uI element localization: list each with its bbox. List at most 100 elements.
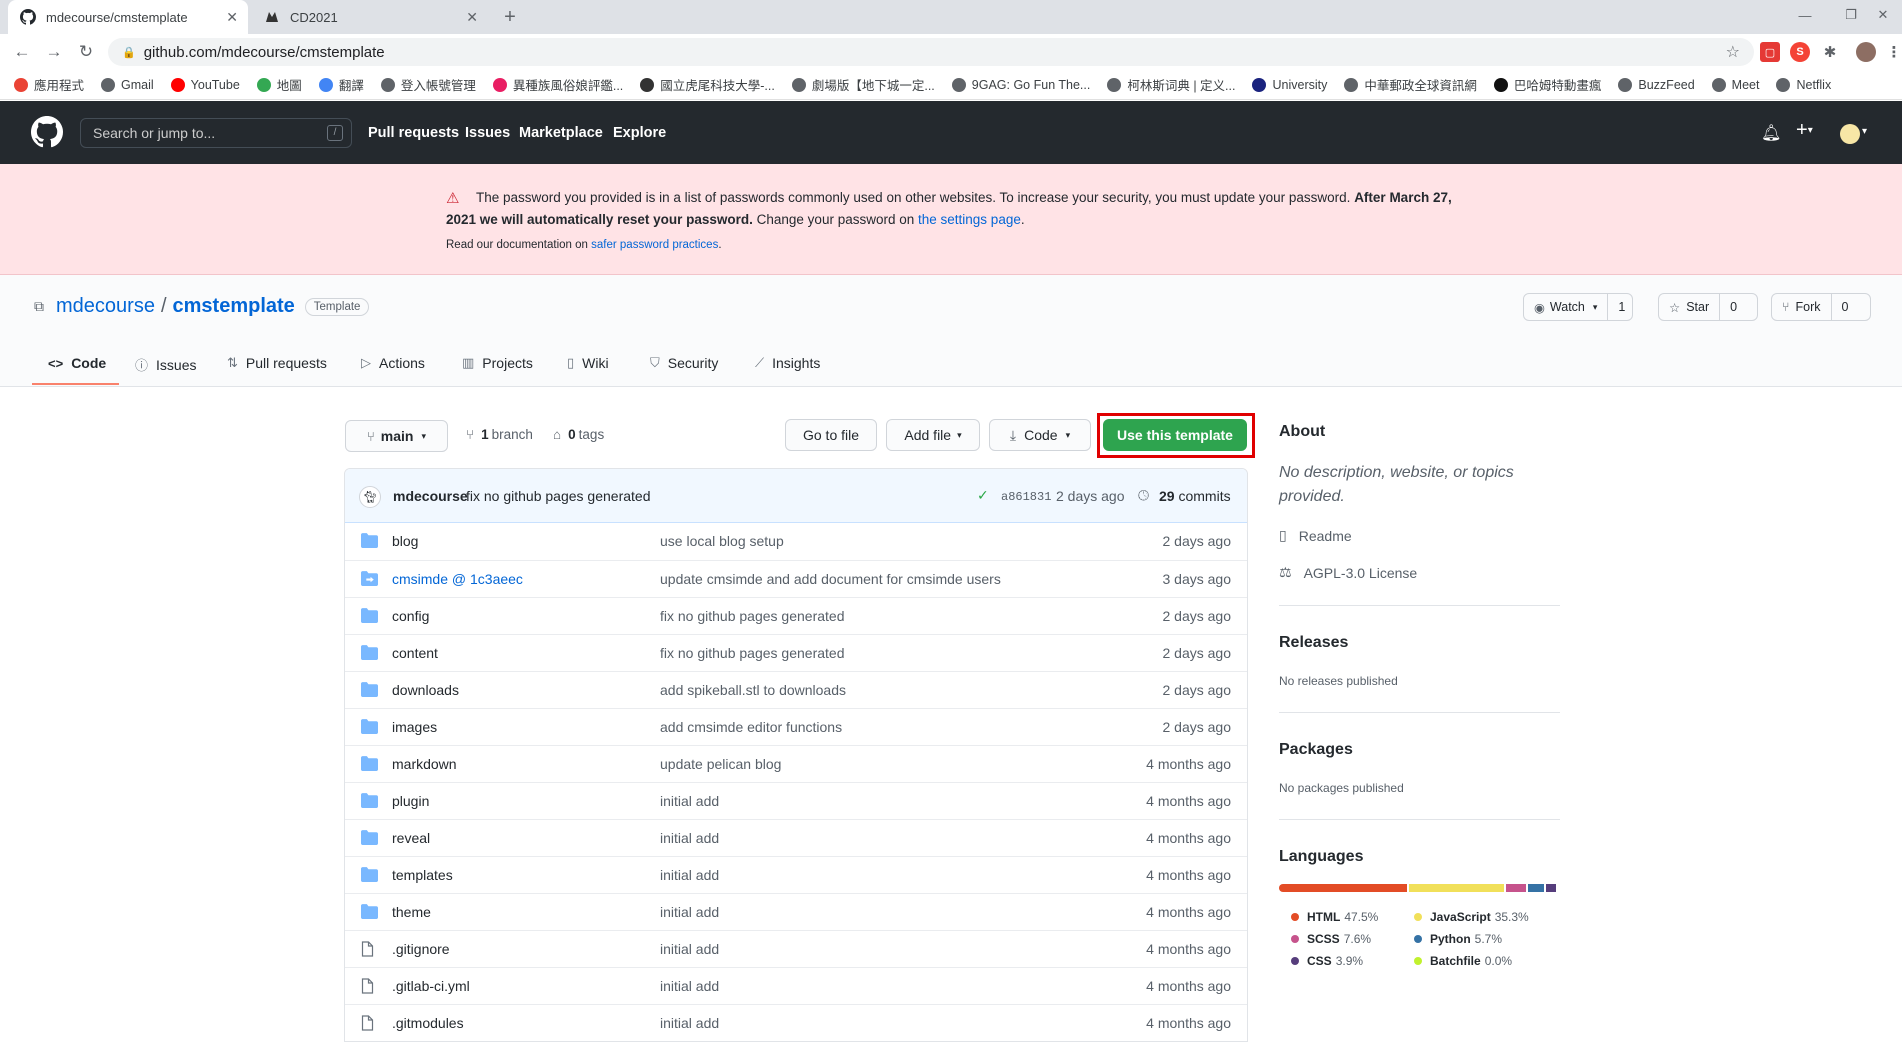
file-commit-message-link[interactable]: initial add <box>660 941 719 957</box>
search-input[interactable]: Search or jump to... / <box>80 118 352 148</box>
file-name-link[interactable]: cmsimde @ 1c3aeec <box>392 571 523 587</box>
tab-issues[interactable]: ⓘ Issues <box>135 355 196 374</box>
bookmark-item[interactable]: 柯林斯词典 | 定义... <box>1107 75 1235 94</box>
reload-icon[interactable]: ↻ <box>74 40 98 64</box>
github-logo-icon[interactable] <box>31 116 63 148</box>
file-commit-message-link[interactable]: initial add <box>660 867 719 883</box>
bookmark-item[interactable]: 中華郵政全球資訊網 <box>1344 75 1477 94</box>
file-name-link[interactable]: .gitlab-ci.yml <box>392 978 470 994</box>
file-commit-message-link[interactable]: initial add <box>660 793 719 809</box>
nav-explore[interactable]: Explore <box>613 125 666 141</box>
bookmark-item[interactable]: Meet <box>1711 77 1759 92</box>
releases-heading[interactable]: Releases <box>1279 634 1348 652</box>
bookmark-item[interactable]: 劇場版【地下城一定... <box>791 75 935 94</box>
file-name-link[interactable]: .gitmodules <box>392 1015 464 1031</box>
file-name-link[interactable]: theme <box>392 904 431 920</box>
file-name-link[interactable]: plugin <box>392 793 429 809</box>
watch-button[interactable]: ◉ Watch ▾ <box>1524 294 1609 320</box>
file-name-link[interactable]: blog <box>392 533 418 549</box>
bookmark-item[interactable]: 應用程式 <box>14 75 84 94</box>
commit-sha[interactable]: a861831 <box>1001 490 1051 504</box>
nav-pull-requests[interactable]: Pull requests <box>368 125 459 141</box>
tab-code[interactable]: <> Code <box>48 355 106 371</box>
close-icon[interactable]: ✕ <box>466 9 478 26</box>
nav-marketplace[interactable]: Marketplace <box>519 125 603 141</box>
file-commit-message-link[interactable]: add spikeball.stl to downloads <box>660 682 846 698</box>
file-commit-message-link[interactable]: fix no github pages generated <box>660 608 844 624</box>
file-name-link[interactable]: markdown <box>392 756 457 772</box>
language-item[interactable]: CSS 3.9% <box>1291 954 1363 968</box>
file-commit-message-link[interactable]: initial add <box>660 978 719 994</box>
branches-link[interactable]: ⑂ 1 branch <box>466 427 533 442</box>
safer-password-practices-link[interactable]: safer password practices <box>591 239 718 251</box>
tab-wiki[interactable]: ▯ Wiki <box>567 355 609 371</box>
bookmark-item[interactable]: Netflix <box>1776 77 1831 92</box>
readme-link[interactable]: ▯ Readme <box>1279 527 1352 544</box>
file-commit-message-link[interactable]: initial add <box>660 1015 719 1031</box>
file-name-link[interactable]: reveal <box>392 830 430 846</box>
language-item[interactable]: HTML 47.5% <box>1291 910 1378 924</box>
language-item[interactable]: JavaScript 35.3% <box>1414 910 1529 924</box>
tab-actions[interactable]: ▷ Actions <box>361 355 425 371</box>
menu-dots-icon[interactable]: ⋮ <box>1884 42 1902 62</box>
watch-count[interactable]: 1 <box>1608 300 1635 314</box>
fork-count[interactable]: 0 <box>1832 300 1859 314</box>
file-commit-message-link[interactable]: update cmsimde and add document for cmsi… <box>660 571 1001 587</box>
tab-pull-requests[interactable]: ⇅ Pull requests <box>227 355 327 371</box>
window-close-icon[interactable]: ✕ <box>1868 4 1898 26</box>
fork-button[interactable]: ⑂ Fork <box>1772 294 1832 320</box>
tab-insights[interactable]: ⟋ Insights <box>755 355 820 371</box>
bookmark-item[interactable]: 登入帳號管理 <box>380 75 476 94</box>
commit-message-link[interactable]: fix no github pages generated <box>466 488 650 504</box>
nav-issues[interactable]: Issues <box>465 125 510 141</box>
repo-name-link[interactable]: cmstemplate <box>173 295 295 318</box>
browser-tab[interactable]: CD2021 ✕ <box>252 0 488 34</box>
restore-icon[interactable]: ❐ <box>1836 4 1866 26</box>
bookmark-item[interactable]: 國立虎尾科技大學-... <box>640 75 775 94</box>
new-tab-button[interactable]: + <box>497 4 523 30</box>
file-commit-message-link[interactable]: update pelican blog <box>660 756 781 772</box>
tab-projects[interactable]: ▥ Projects <box>462 355 533 371</box>
bookmark-item[interactable]: BuzzFeed <box>1618 77 1695 92</box>
file-commit-message-link[interactable]: fix no github pages generated <box>660 645 844 661</box>
bookmark-item[interactable]: Gmail <box>101 77 154 92</box>
forward-icon[interactable]: → <box>42 40 66 64</box>
language-item[interactable]: Python 5.7% <box>1414 932 1502 946</box>
bookmark-item[interactable]: 翻譯 <box>318 75 364 94</box>
file-commit-message-link[interactable]: initial add <box>660 830 719 846</box>
address-bar[interactable]: 🔒 github.com/mdecourse/cmstemplate ☆ <box>108 38 1754 66</box>
file-commit-message-link[interactable]: add cmsimde editor functions <box>660 719 842 735</box>
file-name-link[interactable]: templates <box>392 867 453 883</box>
close-icon[interactable]: ✕ <box>226 9 238 26</box>
code-download-button[interactable]: ⤓ Code ▾ <box>989 419 1091 451</box>
file-name-link[interactable]: downloads <box>392 682 459 698</box>
file-commit-message-link[interactable]: initial add <box>660 904 719 920</box>
tags-link[interactable]: ⌂ 0 tags <box>553 427 604 442</box>
bookmark-item[interactable]: University <box>1252 77 1327 92</box>
tab-security[interactable]: ⛉ Security <box>650 355 718 371</box>
file-name-link[interactable]: config <box>392 608 429 624</box>
file-commit-message-link[interactable]: use local blog setup <box>660 533 784 549</box>
language-item[interactable]: Batchfile 0.0% <box>1414 954 1512 968</box>
branch-select-button[interactable]: ⑂ main ▾ <box>345 420 448 452</box>
bookmark-item[interactable]: 巴哈姆特動畫瘋 <box>1493 75 1601 94</box>
notifications-bell-icon[interactable]: 🔔︎ <box>1761 123 1781 143</box>
puzzle-icon[interactable]: ✱ <box>1820 42 1840 62</box>
create-new-plus-icon[interactable]: +▾ <box>1796 119 1813 142</box>
file-name-link[interactable]: images <box>392 719 437 735</box>
settings-page-link[interactable]: the settings page <box>918 212 1021 227</box>
bookmark-item[interactable]: 9GAG: Go Fun The... <box>951 77 1090 92</box>
bookmark-item[interactable]: 異種族風俗娘評鑑... <box>492 75 623 94</box>
profile-avatar-icon[interactable] <box>1856 42 1876 62</box>
back-icon[interactable]: ← <box>10 40 34 64</box>
check-icon[interactable]: ✓ <box>977 487 989 504</box>
language-item[interactable]: SCSS 7.6% <box>1291 932 1371 946</box>
packages-heading[interactable]: Packages <box>1279 741 1353 759</box>
bookmark-star-icon[interactable]: ☆ <box>1726 42 1740 62</box>
commits-link[interactable]: 29 commits <box>1159 488 1231 504</box>
file-name-link[interactable]: .gitignore <box>392 941 450 957</box>
bookmark-item[interactable]: YouTube <box>170 77 240 92</box>
browser-tab-active[interactable]: mdecourse/cmstemplate ✕ <box>8 0 248 34</box>
star-count[interactable]: 0 <box>1720 300 1747 314</box>
chevron-down-icon[interactable]: ▾ <box>1862 126 1867 137</box>
